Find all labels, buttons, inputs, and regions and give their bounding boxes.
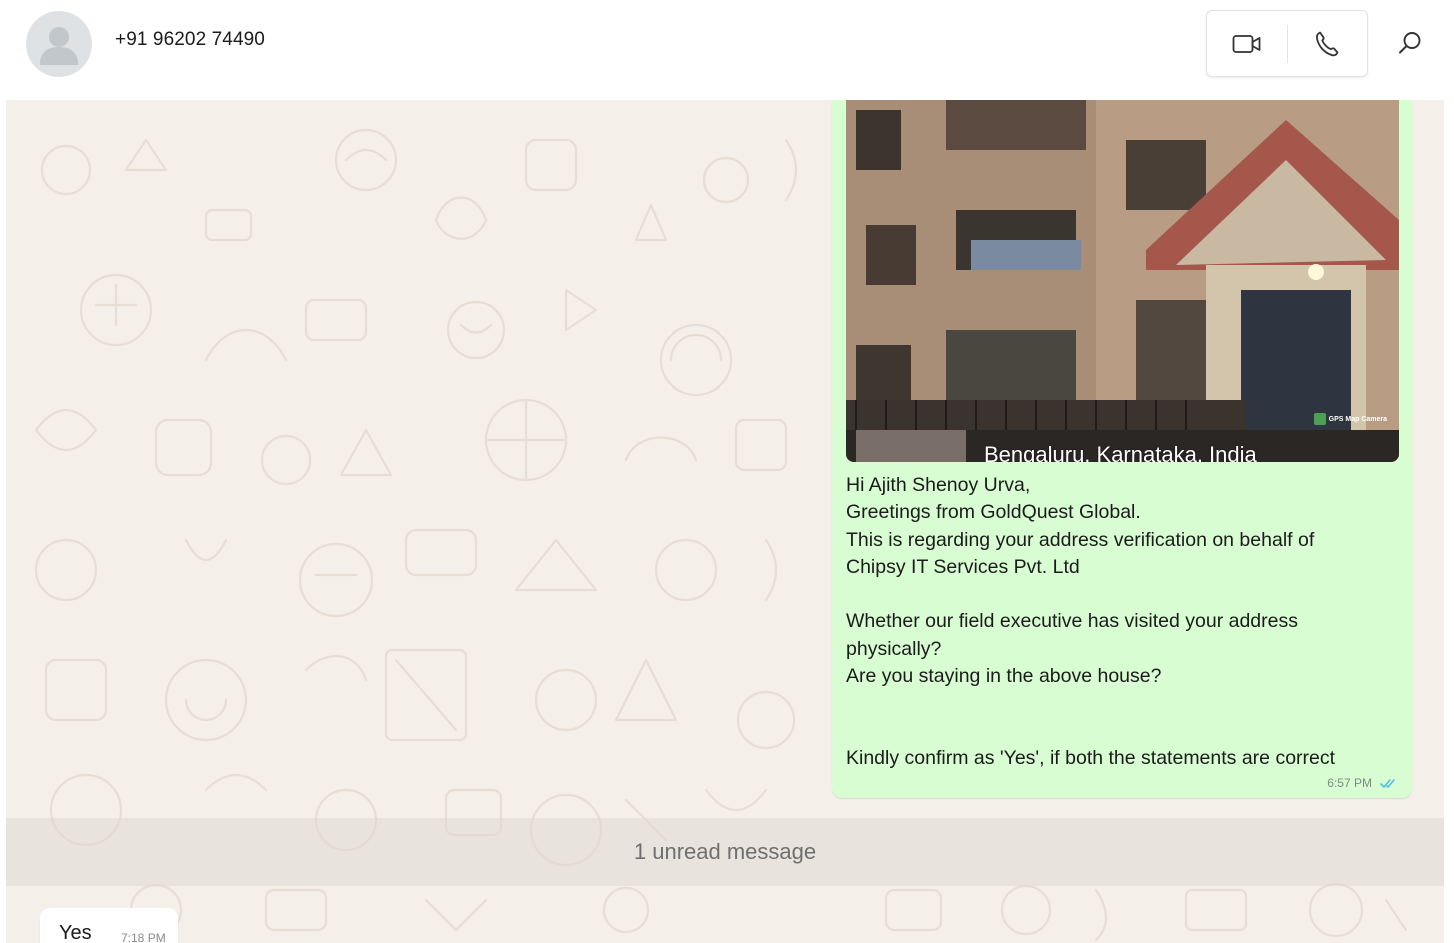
unread-messages-label: 1 unread message	[633, 839, 817, 864]
building-photo	[846, 100, 1399, 462]
message-line: This is regarding your address verificat…	[846, 528, 1315, 551]
message-line	[846, 581, 1401, 608]
incoming-message-time: 7:18 PM	[121, 931, 166, 943]
contact-name[interactable]: +91 96202 74490	[115, 29, 265, 51]
chat-header: +91 96202 74490	[0, 0, 1454, 100]
person-icon	[40, 27, 78, 65]
outgoing-message-time: 6:57 PM	[1327, 776, 1372, 790]
image-location-caption: Bengaluru, Karnataka, India	[984, 442, 1257, 462]
call-button-group	[1206, 10, 1368, 77]
chat-area[interactable]: GPS Map Camera Bengaluru, Karnataka, Ind…	[6, 100, 1444, 943]
gps-map-icon	[1313, 413, 1326, 425]
phone-icon	[1316, 31, 1339, 56]
message-line	[846, 718, 1401, 745]
double-check-read-icon	[1380, 778, 1395, 788]
outgoing-message-meta: 6:57 PM	[1327, 776, 1398, 790]
gps-camera-badge: GPS Map Camera	[1313, 413, 1387, 425]
message-line: Greetings from GoldQuest Global.	[846, 501, 1141, 524]
video-call-button[interactable]	[1207, 11, 1287, 76]
video-camera-icon	[1232, 34, 1261, 53]
search-icon	[1399, 32, 1421, 54]
message-line: Kindly confirm as 'Yes', if both the sta…	[846, 746, 1336, 769]
unread-messages-divider: 1 unread message	[6, 818, 1444, 886]
message-line: Chipsy IT Services Pvt. Ltd	[846, 555, 1080, 578]
outgoing-message-text: Hi Ajith Shenoy Urva, Greetings from Gol…	[846, 472, 1401, 772]
whatsapp-chat-window: +91 96202 74490 GPS Map Camera Bengaluru…	[0, 0, 1454, 943]
contact-avatar[interactable]	[26, 11, 92, 77]
outgoing-message-bubble[interactable]: GPS Map Camera Bengaluru, Karnataka, Ind…	[832, 100, 1412, 798]
incoming-message-bubble[interactable]: Yes 7:18 PM	[40, 908, 178, 943]
message-line: Whether our field executive has visited …	[846, 610, 1298, 633]
voice-call-button[interactable]	[1287, 11, 1367, 76]
search-button[interactable]	[1385, 18, 1435, 68]
gps-badge-label: GPS Map Camera	[1328, 415, 1387, 423]
message-line	[846, 690, 1401, 717]
message-line: physically?	[846, 637, 942, 660]
message-line: Hi Ajith Shenoy Urva,	[846, 474, 1031, 496]
message-image[interactable]: GPS Map Camera Bengaluru, Karnataka, Ind…	[846, 100, 1399, 462]
incoming-message-text: Yes	[59, 922, 92, 943]
message-line: Are you staying in the above house?	[846, 665, 1162, 688]
